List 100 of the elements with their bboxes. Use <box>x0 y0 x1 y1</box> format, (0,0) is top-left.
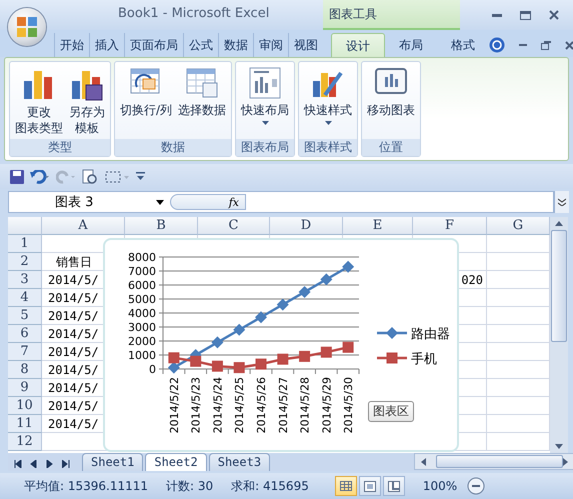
ribbon-button[interactable]: 更改 图表类型 <box>13 65 65 138</box>
group-label: 位置 <box>362 139 420 156</box>
expand-button[interactable] <box>554 191 569 213</box>
y-tick-label: 3000 <box>128 321 156 334</box>
sheet-tab[interactable]: Sheet1 <box>82 453 144 471</box>
row-header[interactable]: 12 <box>8 433 42 451</box>
point <box>234 362 245 374</box>
x-tick-label: 2014/5/28 <box>298 377 312 434</box>
page-icon <box>364 480 376 492</box>
ribbon-button[interactable]: 快速布局 <box>239 65 292 127</box>
row-header[interactable]: 1 <box>8 235 42 253</box>
column-header[interactable]: C <box>198 217 270 235</box>
scroll-thumb[interactable] <box>551 230 567 342</box>
row-header[interactable]: 6 <box>8 325 42 343</box>
right-arrow-icon <box>563 458 568 466</box>
sheet-tab[interactable]: Sheet2 <box>145 453 207 471</box>
y-tick-label: 7000 <box>128 265 156 278</box>
row-header[interactable]: 9 <box>8 379 42 397</box>
zoom-level[interactable]: 100% <box>422 479 458 493</box>
row-header[interactable]: 4 <box>8 289 42 307</box>
scroll-thumb[interactable] <box>436 455 564 468</box>
print-preview-icon[interactable] <box>82 168 98 184</box>
save-icon[interactable] <box>10 170 24 184</box>
ribbon-button[interactable]: 快速样式 <box>302 65 354 127</box>
minimize-icon[interactable] <box>492 14 502 16</box>
x-tick-label: 2014/5/24 <box>211 377 224 434</box>
corner-cell[interactable] <box>8 217 42 235</box>
chart-area[interactable]: 0 1000 2000 3000 4000 5000 6000 7000 8000 2014/5/22 2014/5/23 2014/5/24 2014/5/25 2014/5/26 2014/5/27 2014/5/28 2014/5/29 2014/5/30 路由器 手机 图表区 <box>103 238 459 452</box>
point <box>168 362 180 374</box>
column-header[interactable]: B <box>125 217 198 235</box>
view-button[interactable] <box>382 476 405 496</box>
y-tick-label: 0 <box>149 363 156 376</box>
status-text: 计数: 30 <box>166 478 214 494</box>
y-tick-label: 8000 <box>128 251 156 264</box>
formula-field[interactable] <box>246 191 554 213</box>
close-icon[interactable] <box>565 40 573 50</box>
ribbon-button[interactable]: 移动图表 <box>365 65 418 120</box>
caret-icon <box>262 121 269 125</box>
view-button[interactable] <box>358 476 381 496</box>
x-tick-label: 2014/5/23 <box>190 377 203 434</box>
point <box>298 286 311 298</box>
maximize-icon[interactable] <box>520 10 531 20</box>
x-tick-label: 2014/5/29 <box>320 377 334 434</box>
row-header[interactable]: 5 <box>8 307 42 325</box>
nav-arrow-icon[interactable] <box>62 460 70 468</box>
restore-icon[interactable] <box>541 40 551 50</box>
nav-arrow-icon[interactable] <box>14 460 22 468</box>
undo-icon[interactable] <box>30 170 50 184</box>
column-header[interactable]: D <box>270 217 343 235</box>
ribbon-button[interactable]: 选择数据 <box>176 65 228 120</box>
column-header[interactable]: E <box>343 217 413 235</box>
point <box>276 298 289 311</box>
y-tick-label: 6000 <box>128 279 156 292</box>
customize-icon[interactable] <box>136 172 145 181</box>
name-box[interactable]: 图表 3 <box>8 191 170 213</box>
page-break-icon <box>388 480 400 492</box>
ribbon-tab[interactable]: 设计 <box>331 33 385 57</box>
point <box>211 336 224 348</box>
row-header[interactable]: 10 <box>8 397 42 415</box>
row-header[interactable]: 7 <box>8 343 42 361</box>
close-icon[interactable] <box>549 10 559 20</box>
row-header[interactable]: 11 <box>8 415 42 433</box>
column-header[interactable]: G <box>487 217 550 235</box>
zoom-out-icon[interactable] <box>467 477 486 495</box>
point <box>168 352 180 364</box>
ribbon-tab[interactable]: 布局 <box>385 33 437 57</box>
ribbon-button[interactable]: 切换行/列 <box>118 65 174 120</box>
row-header[interactable]: 8 <box>8 361 42 379</box>
y-tick-label: 4000 <box>128 307 156 320</box>
view-button[interactable] <box>334 476 357 496</box>
caret-icon <box>324 121 332 125</box>
caret-icon <box>156 200 164 204</box>
point <box>255 311 267 324</box>
down-arrow-icon <box>555 444 563 449</box>
ribbon-button[interactable]: 另存为 模板 <box>67 65 107 138</box>
point <box>299 350 310 362</box>
chart-layout-icon <box>249 67 282 99</box>
horizontal-scrollbar[interactable] <box>414 453 573 470</box>
sheet-tab[interactable]: Sheet3 <box>208 453 270 471</box>
ribbon-tab[interactable]: 格式 <box>437 33 489 57</box>
legend-marker <box>377 352 407 364</box>
selection-icon[interactable] <box>104 170 130 184</box>
point <box>212 360 223 372</box>
point <box>190 356 202 367</box>
help-icon[interactable] <box>489 37 505 53</box>
chevron-icon <box>558 198 566 206</box>
office-logo-icon <box>16 16 38 38</box>
point <box>277 354 288 365</box>
vertical-scrollbar[interactable] <box>550 217 568 453</box>
row-header[interactable]: 3 <box>8 271 42 289</box>
group-label: 图表布局 <box>236 139 294 156</box>
status-text: 平均值: 15396.11111 <box>24 478 148 494</box>
y-tick-label: 1000 <box>128 349 156 362</box>
insert-function-button[interactable]: fx <box>170 194 246 210</box>
legend-marker <box>377 327 407 339</box>
column-header[interactable]: F <box>413 217 487 235</box>
y-tick-label: 2000 <box>128 335 156 348</box>
status-text: 求和: 415695 <box>231 478 309 494</box>
row-header[interactable]: 2 <box>8 253 42 271</box>
column-header[interactable]: A <box>42 217 125 235</box>
